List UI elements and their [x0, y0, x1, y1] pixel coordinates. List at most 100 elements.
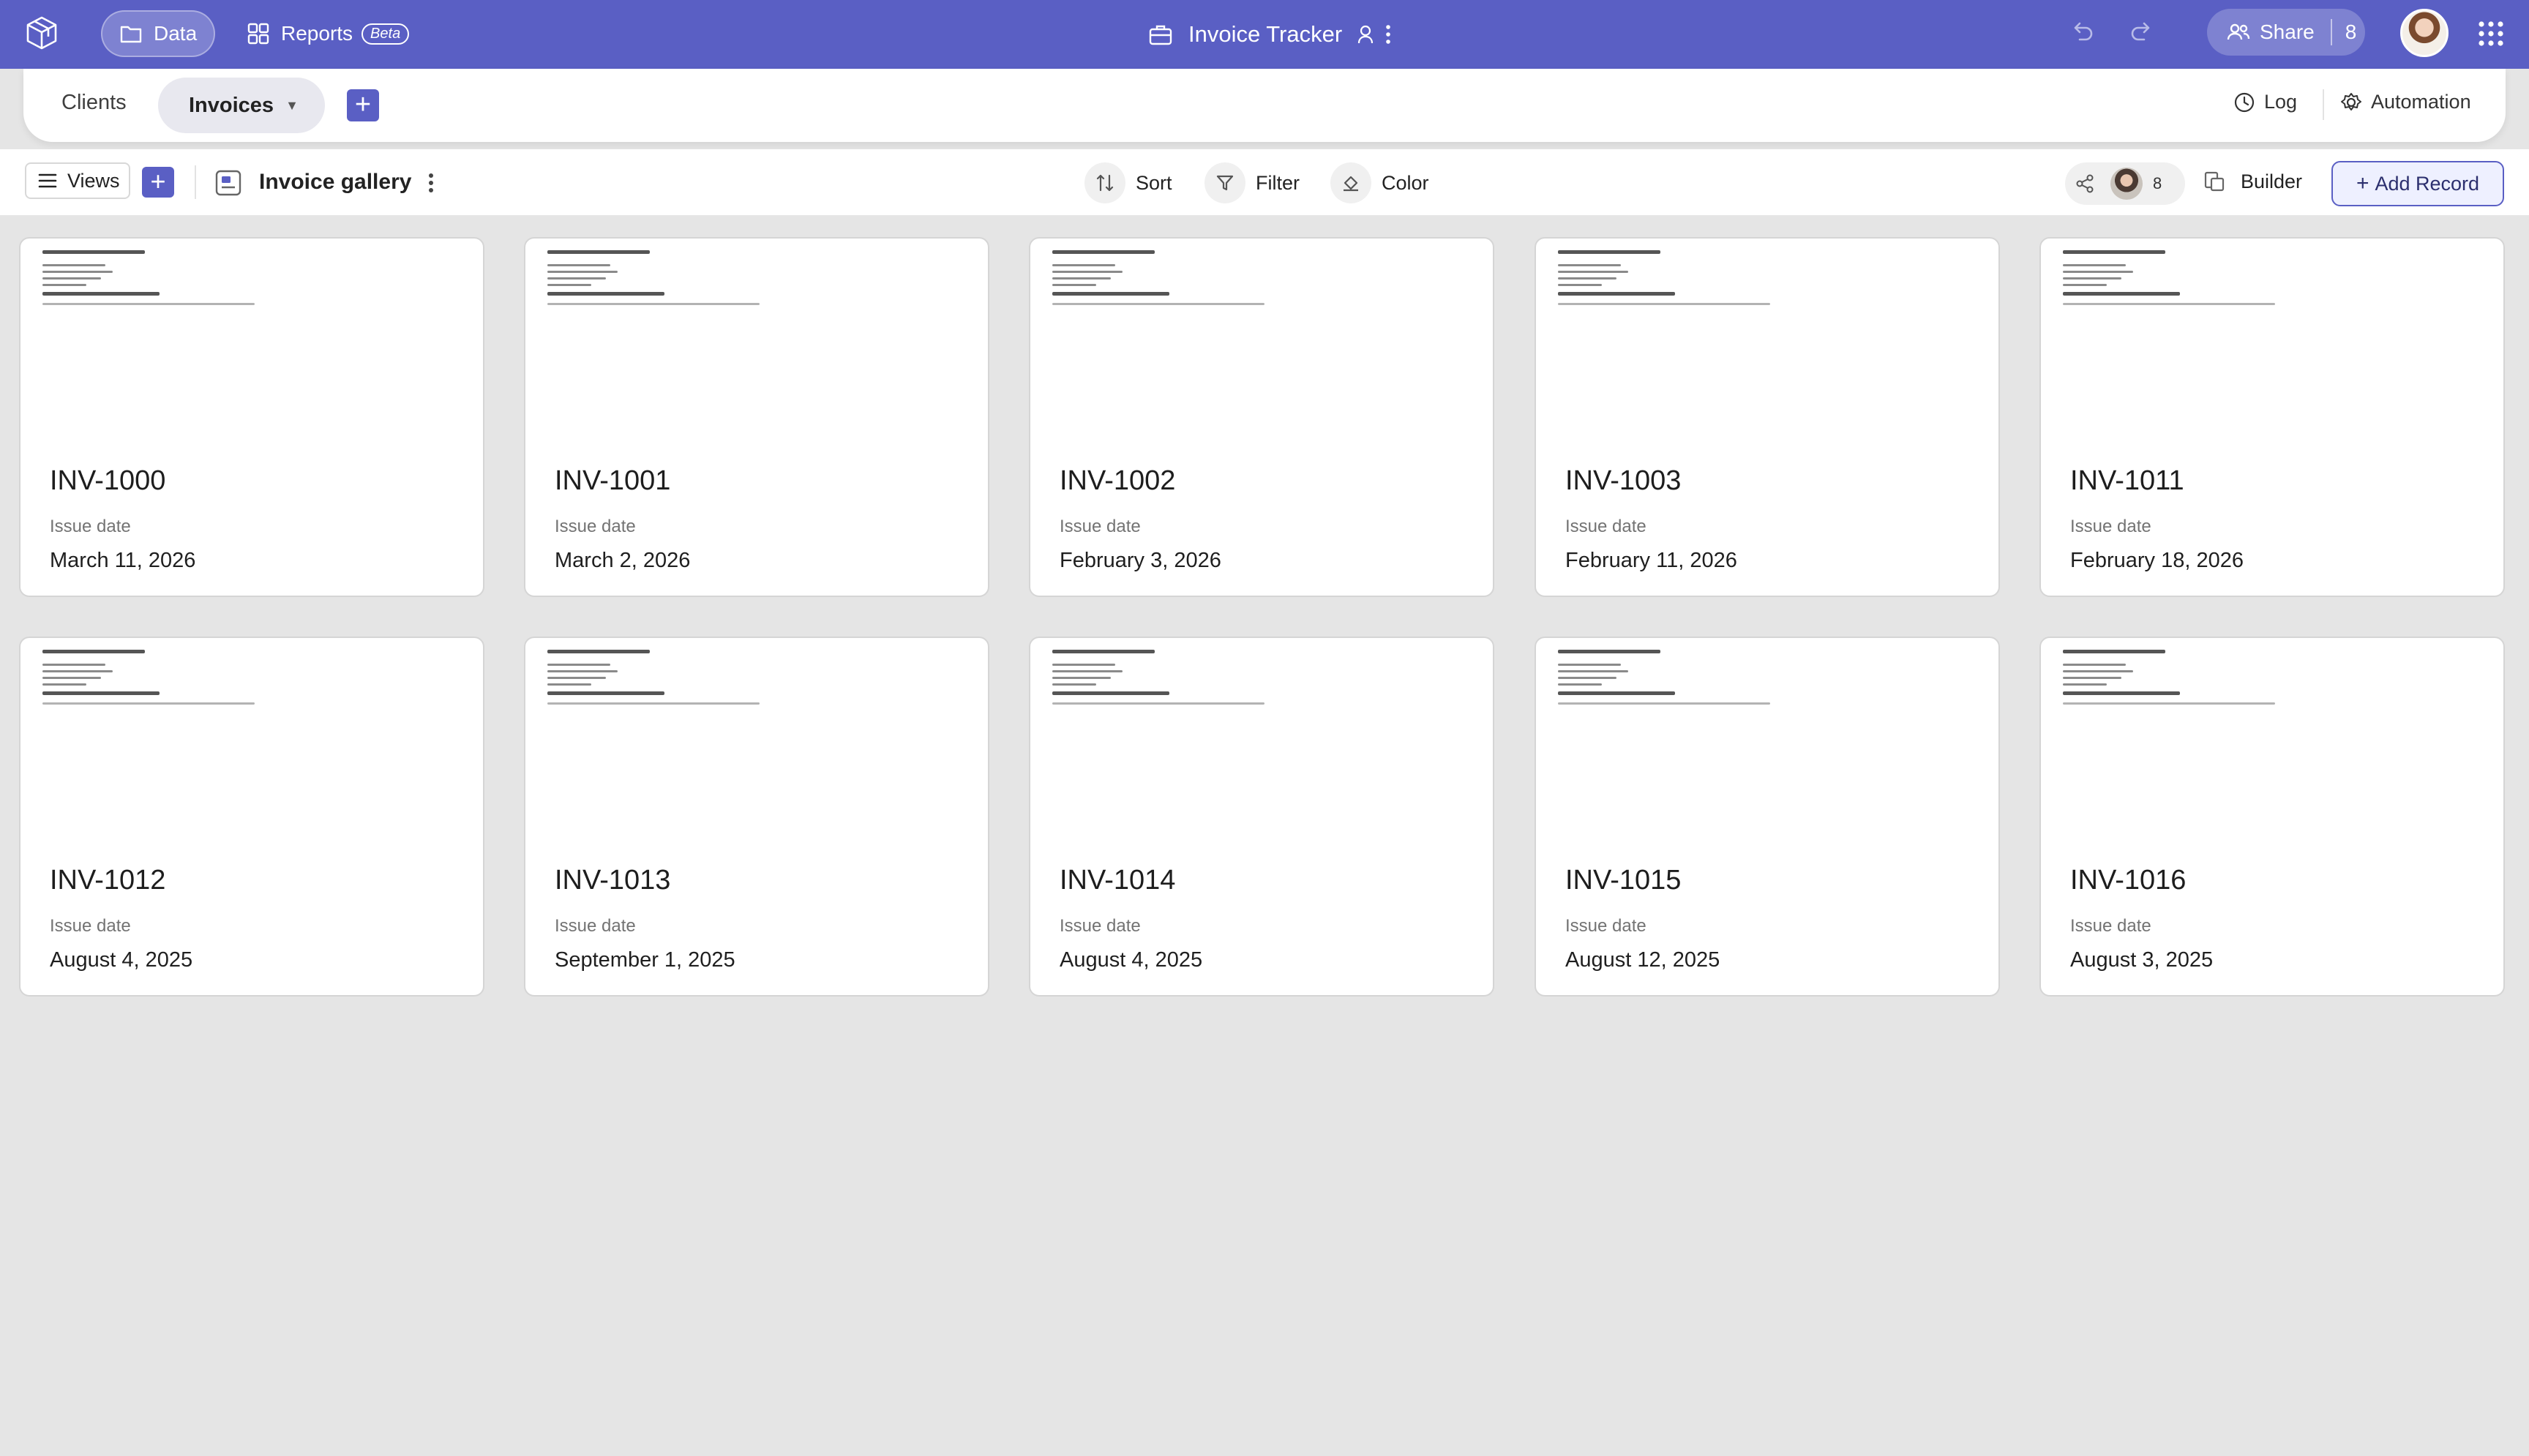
log-button[interactable]: Log: [2233, 91, 2297, 113]
issue-date-value: February 11, 2026: [1565, 549, 1737, 572]
issue-date-label: Issue date: [555, 517, 636, 536]
share-button[interactable]: Share 8: [2207, 9, 2365, 56]
invoice-thumbnail: [547, 650, 840, 705]
invoice-name: INV-1015: [1565, 865, 1682, 896]
view-toolbar: Views + Invoice gallery Sort Filter Colo…: [0, 149, 2529, 217]
issue-date-value: February 18, 2026: [2070, 549, 2244, 572]
invoice-card[interactable]: INV-1001 Issue date March 2, 2026: [524, 237, 989, 597]
invoice-card[interactable]: INV-1000 Issue date March 11, 2026: [19, 237, 484, 597]
invoice-thumbnail: [1052, 650, 1345, 705]
automation-button[interactable]: Automation: [2340, 91, 2471, 113]
more-vertical-icon[interactable]: [1385, 23, 1392, 45]
collaborator-avatar: [2110, 168, 2143, 200]
share-icon: [2076, 174, 2094, 193]
invoice-name: INV-1003: [1565, 465, 1682, 496]
view-more-icon[interactable]: [422, 168, 441, 198]
invoice-card[interactable]: INV-1013 Issue date September 1, 2025: [524, 637, 989, 997]
automation-label: Automation: [2371, 91, 2471, 113]
invoice-card[interactable]: INV-1014 Issue date August 4, 2025: [1029, 637, 1494, 997]
apps-grid-icon[interactable]: [2478, 20, 2504, 47]
collaborator-icon[interactable]: [1357, 24, 1374, 45]
top-bar: Data Reports Beta Invoice Tracker Share …: [0, 0, 2529, 69]
invoice-card[interactable]: INV-1002 Issue date February 3, 2026: [1029, 237, 1494, 597]
invoice-name: INV-1011: [2070, 465, 2184, 496]
filter-icon: [1204, 162, 1245, 203]
filter-label: Filter: [1256, 171, 1300, 194]
nav-reports-button[interactable]: Reports Beta: [246, 10, 423, 57]
invoice-thumbnail: [2063, 650, 2356, 705]
issue-date-label: Issue date: [555, 916, 636, 936]
gallery-view-icon: [215, 170, 241, 196]
users-icon: [2227, 23, 2250, 40]
invoice-name: INV-1001: [555, 465, 671, 496]
issue-date-label: Issue date: [1060, 916, 1141, 936]
add-table-button[interactable]: +: [347, 89, 379, 121]
table-tab-bar: Clients Invoices ▼ + Log Automation: [23, 69, 2506, 142]
views-button[interactable]: Views: [25, 162, 130, 199]
menu-icon: [38, 173, 57, 188]
invoice-thumbnail: [547, 250, 840, 305]
filter-button[interactable]: Filter: [1204, 162, 1300, 203]
invoice-name: INV-1016: [2070, 865, 2187, 896]
share-label: Share: [2260, 20, 2315, 43]
sort-button[interactable]: Sort: [1084, 162, 1172, 203]
tab-invoices[interactable]: Invoices ▼: [158, 78, 325, 133]
nav-data-label: Data: [154, 22, 198, 45]
plus-icon: +: [2356, 171, 2369, 195]
collaborators-count: 8: [2153, 174, 2162, 192]
builder-icon: [2204, 171, 2225, 192]
beta-badge: Beta: [361, 23, 410, 45]
share-view-pill[interactable]: 8: [2065, 162, 2185, 205]
view-name[interactable]: Invoice gallery: [259, 170, 411, 195]
share-divider: [2330, 19, 2332, 45]
sort-icon: [1084, 162, 1125, 203]
add-view-button[interactable]: +: [142, 167, 174, 198]
folder-icon: [120, 26, 142, 43]
invoice-card[interactable]: INV-1012 Issue date August 4, 2025: [19, 637, 484, 997]
issue-date-value: February 3, 2026: [1060, 549, 1221, 572]
invoice-name: INV-1012: [50, 865, 166, 896]
issue-date-label: Issue date: [1565, 517, 1646, 536]
briefcase-icon: [1149, 25, 1172, 45]
issue-date-label: Issue date: [2070, 517, 2151, 536]
issue-date-value: September 1, 2025: [555, 948, 735, 972]
tab-bar-divider: [2323, 89, 2324, 120]
invoice-thumbnail: [1558, 650, 1851, 705]
tab-clients[interactable]: Clients: [61, 91, 127, 115]
invoice-card[interactable]: INV-1003 Issue date February 11, 2026: [1535, 237, 2000, 597]
invoice-thumbnail: [2063, 250, 2356, 305]
invoice-card[interactable]: INV-1015 Issue date August 12, 2025: [1535, 637, 2000, 997]
grid-icon: [247, 23, 269, 45]
gear-icon: [2341, 92, 2361, 110]
base-title[interactable]: Invoice Tracker: [1188, 21, 1342, 48]
invoice-thumbnail: [42, 650, 335, 705]
user-avatar[interactable]: [2400, 9, 2449, 57]
caret-down-icon[interactable]: ▼: [285, 98, 299, 113]
invoice-name: INV-1002: [1060, 465, 1176, 496]
tab-invoices-label: Invoices: [189, 93, 274, 117]
invoice-name: INV-1000: [50, 465, 166, 496]
add-record-button[interactable]: + Add Record: [2331, 161, 2504, 206]
invoice-name: INV-1014: [1060, 865, 1176, 896]
issue-date-label: Issue date: [1565, 916, 1646, 936]
paint-bucket-icon: [1330, 162, 1371, 203]
nav-data-button[interactable]: Data: [101, 10, 215, 57]
issue-date-value: March 2, 2026: [555, 549, 691, 572]
clock-icon: [2234, 92, 2255, 112]
undo-icon[interactable]: [2069, 19, 2096, 45]
invoice-card[interactable]: INV-1011 Issue date February 18, 2026: [2039, 237, 2505, 597]
builder-button[interactable]: Builder: [2203, 170, 2302, 193]
issue-date-value: August 12, 2025: [1565, 948, 1720, 972]
toolbar-divider: [195, 165, 196, 199]
color-button[interactable]: Color: [1330, 162, 1429, 203]
issue-date-value: August 3, 2025: [2070, 948, 2214, 972]
invoice-card[interactable]: INV-1016 Issue date August 3, 2025: [2039, 637, 2505, 997]
redo-icon[interactable]: [2128, 19, 2154, 45]
add-record-label: Add Record: [2375, 172, 2480, 195]
app-logo-icon[interactable]: [23, 15, 60, 51]
issue-date-value: August 4, 2025: [1060, 948, 1203, 972]
invoice-name: INV-1013: [555, 865, 671, 896]
issue-date-label: Issue date: [50, 517, 131, 536]
views-label: Views: [67, 169, 120, 192]
invoice-thumbnail: [42, 250, 335, 305]
